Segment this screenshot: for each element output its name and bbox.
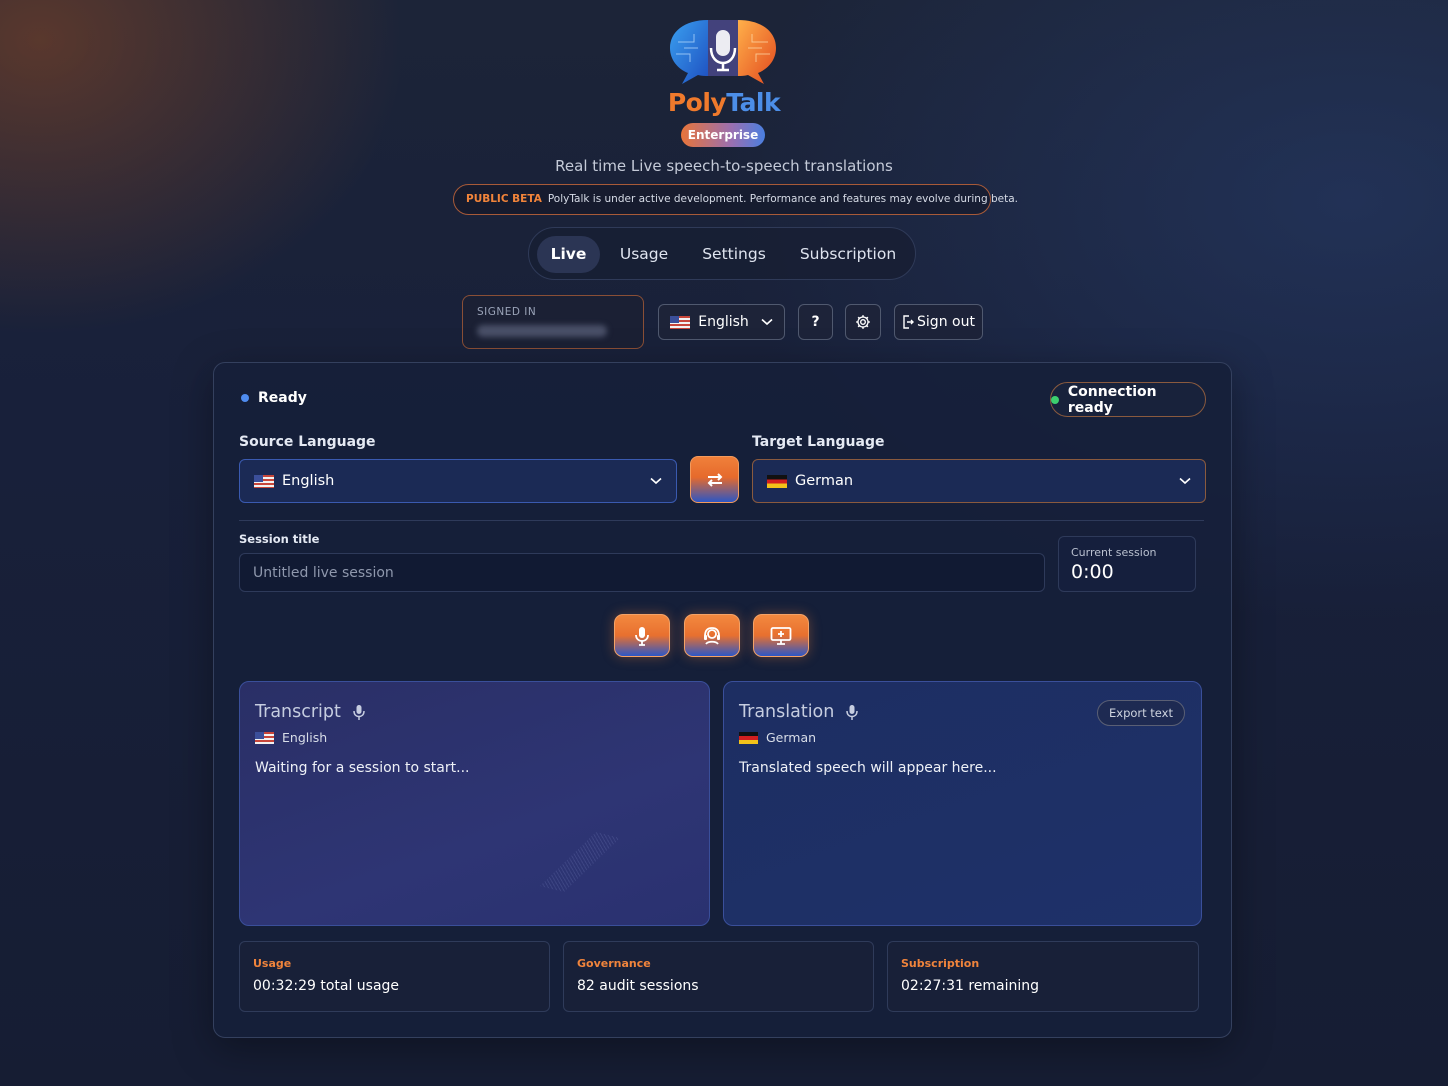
swap-icon xyxy=(707,472,722,487)
tab-subscription[interactable]: Subscription xyxy=(789,236,907,273)
settings-button[interactable] xyxy=(845,304,881,340)
beta-text: PolyTalk is under active development. Pe… xyxy=(547,193,1018,205)
translation-language: German xyxy=(739,730,1186,745)
polytalk-logo xyxy=(670,20,776,84)
start-conversation-button[interactable] xyxy=(684,614,740,657)
sign-out-icon xyxy=(903,315,915,329)
translation-panel: Translation German Translated speech wil… xyxy=(723,681,1202,926)
usage-stat-value: 00:32:29 total usage xyxy=(253,978,400,994)
share-screen-button[interactable] xyxy=(753,614,809,657)
session-title-input[interactable] xyxy=(239,553,1045,592)
connection-dot xyxy=(1051,395,1059,404)
sign-out-label: Sign out xyxy=(917,314,975,330)
divider xyxy=(239,520,1204,521)
source-language-label: Source Language xyxy=(239,434,376,450)
microphone-icon xyxy=(353,704,365,720)
governance-stat-key: Governance xyxy=(577,957,651,970)
current-session-value: 0:00 xyxy=(1071,561,1114,583)
screen-share-icon xyxy=(770,626,792,645)
current-session-label: Current session xyxy=(1071,546,1157,559)
swap-languages-button[interactable] xyxy=(690,456,739,503)
us-flag-icon xyxy=(670,315,691,329)
us-flag-icon xyxy=(254,474,274,488)
export-text-button[interactable]: Export text xyxy=(1097,700,1185,726)
ui-language-value: English xyxy=(698,314,749,330)
microphone-icon xyxy=(635,626,649,646)
status-label: Ready xyxy=(258,390,307,406)
translation-language-label: German xyxy=(766,730,817,745)
transcript-text: Waiting for a session to start... xyxy=(255,760,470,776)
start-microphone-button[interactable] xyxy=(614,614,670,657)
transcript-language: English xyxy=(255,730,694,745)
beta-banner: PUBLIC BETA PolyTalk is under active deve… xyxy=(453,184,1018,215)
signed-in-label: SIGNED IN xyxy=(477,306,537,318)
help-button[interactable]: ? xyxy=(798,304,833,340)
governance-stat-value: 82 audit sessions xyxy=(577,978,699,994)
sign-out-button[interactable]: Sign out xyxy=(894,304,983,340)
main-tabs: Live Usage Settings Subscription xyxy=(528,227,916,280)
transcript-language-label: English xyxy=(282,730,328,745)
headset-icon xyxy=(704,626,720,645)
target-language-select[interactable]: German xyxy=(752,459,1206,503)
brand-name: PolyTalk xyxy=(667,88,781,117)
source-language-select[interactable]: English xyxy=(239,459,677,503)
current-session-timer: Current session 0:00 xyxy=(1058,536,1196,592)
tagline: Real time Live speech-to-speech translat… xyxy=(555,157,893,175)
tab-live[interactable]: Live xyxy=(537,236,600,273)
gear-icon xyxy=(856,315,870,329)
us-flag-icon xyxy=(255,731,274,744)
german-flag-icon xyxy=(739,731,758,744)
german-flag-icon xyxy=(767,474,787,488)
subscription-stat-key: Subscription xyxy=(901,957,980,970)
source-language-value: English xyxy=(282,473,335,489)
transcript-panel: Transcript English Waiting for a session… xyxy=(239,681,710,926)
signed-in-box: SIGNED IN xyxy=(462,295,644,349)
translation-text: Translated speech will appear here... xyxy=(739,760,997,776)
edition-badge: Enterprise xyxy=(681,123,765,147)
decorative-pattern xyxy=(540,832,620,892)
chevron-down-icon xyxy=(650,477,662,485)
connection-label: Connection ready xyxy=(1067,383,1157,416)
session-title-label: Session title xyxy=(239,532,320,546)
connection-status-badge: Connection ready xyxy=(1050,382,1206,417)
transcript-header: Transcript xyxy=(255,702,694,722)
subscription-stat-card: Subscription 02:27:31 remaining xyxy=(887,941,1199,1012)
beta-tag: PUBLIC BETA xyxy=(466,193,542,205)
transcript-title: Transcript xyxy=(255,702,341,722)
chevron-down-icon xyxy=(1179,477,1191,485)
governance-stat-card: Governance 82 audit sessions xyxy=(563,941,874,1012)
status-dot xyxy=(241,394,249,402)
tab-settings[interactable]: Settings xyxy=(692,236,776,273)
chevron-down-icon xyxy=(761,318,773,326)
user-name-redacted xyxy=(477,325,607,337)
target-language-value: German xyxy=(795,473,854,489)
translation-title: Translation xyxy=(739,702,835,722)
microphone-icon xyxy=(846,704,859,720)
subscription-stat-value: 02:27:31 remaining xyxy=(901,978,1040,994)
target-language-label: Target Language xyxy=(752,434,885,450)
tab-usage[interactable]: Usage xyxy=(609,236,679,273)
ui-language-select[interactable]: English xyxy=(658,304,785,340)
usage-stat-card: Usage 00:32:29 total usage xyxy=(239,941,550,1012)
usage-stat-key: Usage xyxy=(253,957,292,970)
session-status: Ready xyxy=(241,390,307,406)
